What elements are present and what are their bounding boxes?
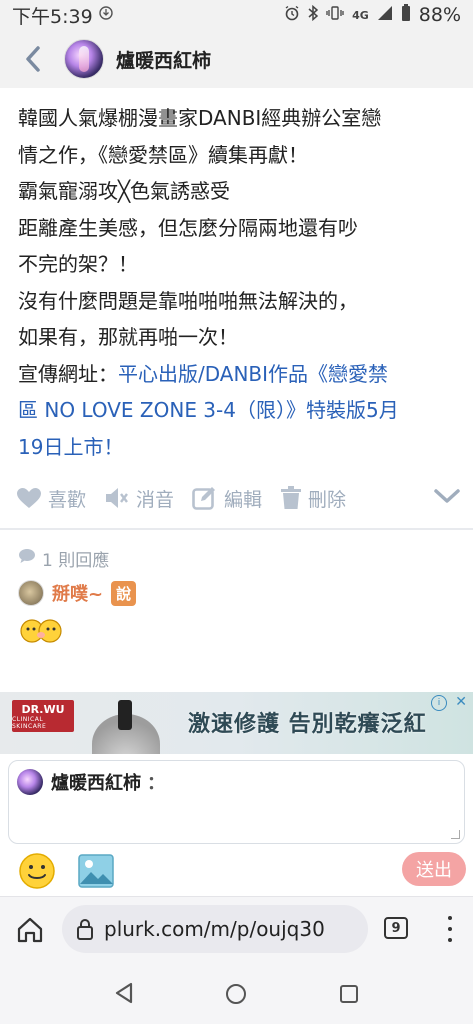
response-count-label: 1 則回應 xyxy=(42,551,110,571)
emoji-button[interactable] xyxy=(18,852,56,890)
system-nav-bar xyxy=(0,962,473,1024)
sync-icon xyxy=(98,6,113,24)
alarm-icon xyxy=(284,5,300,25)
battery-icon xyxy=(401,4,411,26)
ad-logo: DR.WU CLINICAL SKINCARE xyxy=(12,700,74,732)
signal-icon xyxy=(377,5,393,25)
menu-dot xyxy=(448,937,452,942)
browser-menu-button[interactable] xyxy=(440,913,460,945)
header-username[interactable]: 爐暖西紅柿 xyxy=(116,46,211,73)
lock-icon xyxy=(77,919,93,940)
nav-back-button[interactable] xyxy=(114,982,134,1004)
divider xyxy=(0,528,473,530)
reply-avatar[interactable] xyxy=(18,580,44,606)
mute-button[interactable]: 消音 xyxy=(104,485,174,512)
promo-link-part[interactable]: 區 NO LOVE ZONE 3-4（限）》特裝版5月 xyxy=(18,398,399,422)
edit-button[interactable]: 編輯 xyxy=(192,485,262,512)
tabs-button[interactable]: 9 xyxy=(384,917,408,939)
reply-item: 掰噗~ 說 xyxy=(18,580,137,606)
ad-info-icon[interactable]: i xyxy=(431,695,447,711)
composer-username: 爐暖西紅柿 ： xyxy=(51,769,165,795)
hug-emoticon-icon xyxy=(20,619,62,643)
post-line: 沒有什麼問題是靠啪啪啪無法解決的， xyxy=(18,288,358,313)
composer-username-text: 爐暖西紅柿 xyxy=(51,773,141,794)
delete-button[interactable]: 刪除 xyxy=(280,485,346,512)
mute-icon xyxy=(104,486,130,510)
post-actions: 喜歡 消音 編輯 刪除 xyxy=(16,478,461,518)
more-actions-button[interactable] xyxy=(433,487,461,510)
reply-input[interactable] xyxy=(19,799,453,839)
like-label: 喜歡 xyxy=(48,488,87,511)
menu-dot xyxy=(448,926,452,931)
bluetooth-icon xyxy=(308,4,319,25)
status-left: 下午5:39 xyxy=(12,2,113,29)
browser-home-button[interactable] xyxy=(16,917,44,943)
address-bar[interactable]: plurk.com/m/p/oujq30 xyxy=(62,905,368,953)
reply-composer: 爐暖西紅柿 ： xyxy=(8,760,465,844)
send-button[interactable]: 送出 xyxy=(402,852,466,886)
ad-brand-sub: CLINICAL SKINCARE xyxy=(12,715,47,730)
post-line: 韓國人氣爆棚漫畫家DANBI經典辦公室戀 xyxy=(18,106,382,130)
like-button[interactable]: 喜歡 xyxy=(16,485,86,512)
trash-icon xyxy=(280,486,302,510)
image-upload-button[interactable] xyxy=(78,854,114,888)
composer-avatar xyxy=(17,769,43,795)
edit-icon xyxy=(192,486,218,510)
promo-link-part[interactable]: 19日上市！ xyxy=(18,435,123,459)
post-line: 距離產生美感，但怎麼分隔兩地還有吵 xyxy=(18,215,358,240)
heart-icon xyxy=(16,487,42,509)
image-icon xyxy=(78,854,114,888)
status-bar: 下午5:39 4G 88% xyxy=(0,0,473,30)
smiley-icon xyxy=(19,853,55,889)
promo-link-part[interactable]: 平心出版/DANBI作品《戀愛禁 xyxy=(118,362,388,386)
status-time: 下午5:39 xyxy=(12,5,93,28)
reply-qualifier: 說 xyxy=(111,580,137,606)
ad-brand: DR.WU xyxy=(21,702,65,716)
ad-close-icon[interactable]: ✕ xyxy=(455,694,467,710)
reply-author[interactable]: 掰噗~ xyxy=(52,580,103,606)
edit-label: 編輯 xyxy=(224,488,263,511)
triangle-back-icon xyxy=(115,982,133,1004)
reply-emoticon xyxy=(18,618,64,644)
network-label: 4G xyxy=(352,8,369,22)
composer-colon: ： xyxy=(147,773,165,794)
chevron-left-icon xyxy=(26,46,40,72)
ad-headline: 激速修護 告別乾癢泛紅 xyxy=(188,712,427,737)
battery-percent: 88% xyxy=(418,4,461,26)
post-content: 韓國人氣爆棚漫畫家DANBI經典辦公室戀 情之作，《戀愛禁區》續集再獻！ 霸氣寵… xyxy=(18,100,458,465)
post-line: 霸氣寵溺攻╳色氣誘惑受 xyxy=(18,179,231,203)
nav-recents-button[interactable] xyxy=(340,985,358,1003)
post-line: 如果有，那就再啪一次！ xyxy=(18,325,238,349)
comment-icon xyxy=(18,548,36,569)
nav-home-button[interactable] xyxy=(226,984,246,1004)
back-button[interactable] xyxy=(18,39,48,79)
response-count: 1 則回應 xyxy=(18,546,109,571)
vibrate-icon xyxy=(326,6,344,24)
menu-dot xyxy=(448,916,452,921)
resize-handle[interactable] xyxy=(451,830,460,839)
post-header: 爐暖西紅柿 xyxy=(0,30,473,88)
chevron-down-icon xyxy=(434,488,460,503)
ad-banner[interactable]: DR.WU CLINICAL SKINCARE 激速修護 告別乾癢泛紅 i ✕ xyxy=(0,692,473,754)
mute-label: 消音 xyxy=(136,488,175,511)
post-line: 不完的架？！ xyxy=(18,252,138,276)
ad-product-image xyxy=(92,700,160,754)
status-right: 4G 88% xyxy=(284,4,461,26)
promo-prefix: 宣傳網址： xyxy=(18,361,118,386)
url-text: plurk.com/m/p/oujq30 xyxy=(104,917,325,941)
post-line: 情之作，《戀愛禁區》續集再獻！ xyxy=(18,142,308,167)
browser-toolbar: plurk.com/m/p/oujq30 9 xyxy=(0,896,473,962)
delete-label: 刪除 xyxy=(308,488,347,511)
home-icon xyxy=(17,917,43,943)
avatar[interactable] xyxy=(64,39,104,79)
